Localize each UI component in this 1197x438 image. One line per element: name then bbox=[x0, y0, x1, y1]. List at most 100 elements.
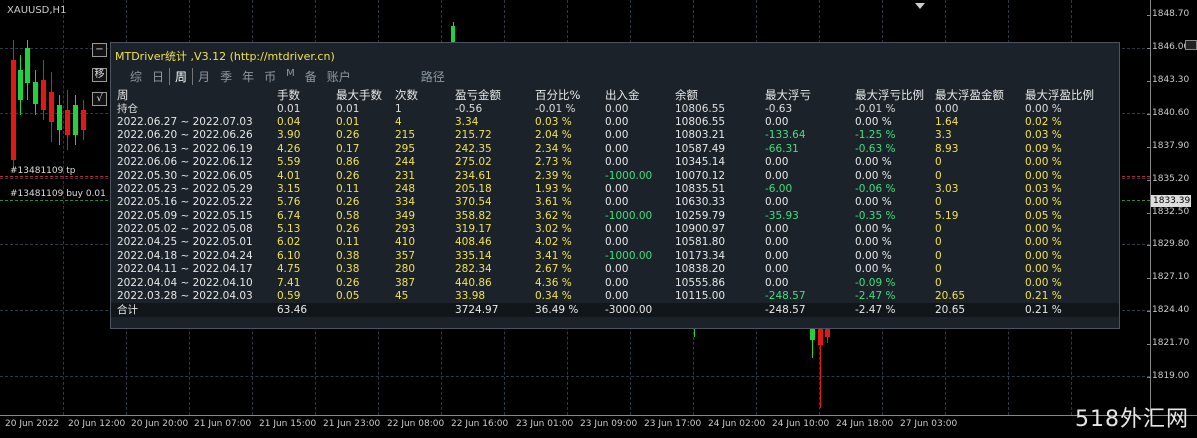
tab-magic[interactable]: M bbox=[281, 68, 300, 85]
table-cell: 0.00 bbox=[765, 169, 789, 182]
time-tick: 20 Jun 12:00 bbox=[68, 419, 126, 429]
price-tick: 1840.60 bbox=[1146, 108, 1190, 118]
current-price-tag: 1833.39 bbox=[1151, 195, 1191, 207]
table-cell: 0.00 bbox=[605, 142, 629, 155]
move-button[interactable]: 移 bbox=[92, 68, 107, 82]
table-cell: 20.65 bbox=[929, 303, 1019, 318]
table-cell: 3.02 % bbox=[535, 223, 572, 236]
table-cell: 2022.05.16 ~ 2022.05.22 bbox=[117, 196, 253, 209]
tab-account[interactable]: 账户 bbox=[322, 68, 356, 85]
tab-note[interactable]: 备 bbox=[300, 68, 322, 85]
tab-overview[interactable]: 综 bbox=[125, 68, 147, 85]
price-tick: 1837.90 bbox=[1146, 141, 1190, 151]
table-cell: 0.00 bbox=[605, 290, 629, 303]
table-cell: -248.57 bbox=[759, 303, 849, 318]
table-cell: 0.26 bbox=[336, 129, 360, 142]
table-cell: 0.02 % bbox=[1025, 115, 1062, 128]
table-cell: 4.02 % bbox=[535, 236, 572, 249]
table-cell: 8.93 bbox=[935, 142, 959, 155]
table-cell: 5.13 bbox=[277, 223, 301, 236]
mtdriver-stats-panel[interactable]: MTDriver统计 ,V3.12 (http://mtdriver.cn) 综… bbox=[110, 42, 1120, 329]
table-cell: 0 bbox=[935, 196, 942, 209]
table-cell: 0.00 % bbox=[855, 263, 892, 276]
time-tick: 23 Jun 09:00 bbox=[580, 419, 638, 429]
table-cell: 334 bbox=[395, 196, 416, 209]
column-header: 百分比% bbox=[535, 88, 581, 103]
table-cell: 349 bbox=[395, 209, 416, 222]
table-cell: 10838.20 bbox=[675, 263, 726, 276]
table-cell: 1.64 bbox=[935, 115, 959, 128]
tab-day[interactable]: 日 bbox=[147, 68, 169, 85]
table-cell: 0.59 bbox=[277, 290, 301, 303]
table-cell: 0.00 bbox=[605, 223, 629, 236]
column-header: 出入金 bbox=[605, 88, 640, 103]
table-cell: 242.35 bbox=[455, 142, 492, 155]
price-tick: 1835.20 bbox=[1146, 174, 1190, 184]
table-cell: 0.26 bbox=[336, 276, 360, 289]
table-cell: 持仓 bbox=[117, 102, 138, 115]
table-cell: -0.35 % bbox=[855, 209, 896, 222]
minimize-button[interactable]: − bbox=[92, 43, 107, 57]
table-cell: 3724.97 bbox=[449, 303, 529, 318]
time-tick: 24 Jun 18:00 bbox=[836, 419, 894, 429]
table-cell: 319.17 bbox=[455, 223, 492, 236]
price-tick: 1827.10 bbox=[1146, 272, 1190, 282]
table-row: 2022.06.27 ~ 2022.07.03 0.04 0.01 4 3.34 0.03… bbox=[111, 116, 1119, 129]
time-tick: 23 Jun 01:00 bbox=[516, 419, 574, 429]
time-tick: 21 Jun 07:00 bbox=[194, 419, 252, 429]
table-cell: 0.00 bbox=[765, 223, 789, 236]
table-row: 2022.04.04 ~ 2022.04.10 7.41 0.26 387 440.86… bbox=[111, 276, 1119, 289]
table-cell: 0.26 bbox=[336, 169, 360, 182]
table-cell: 0.00 % bbox=[855, 236, 892, 249]
time-tick: 20 Jun 2022 bbox=[5, 419, 60, 429]
column-header: 余额 bbox=[675, 88, 698, 103]
table-cell: -0.56 bbox=[455, 102, 483, 115]
table-cell: 2.34 % bbox=[535, 142, 572, 155]
table-cell: 2022.04.25 ~ 2022.05.01 bbox=[117, 236, 253, 249]
table-cell: -1000.00 bbox=[605, 249, 653, 262]
panel-title: MTDriver统计 ,V3.12 (http://mtdriver.cn) bbox=[115, 50, 335, 63]
column-header: 最大手数 bbox=[336, 88, 382, 103]
tab-quarter[interactable]: 季 bbox=[215, 68, 237, 85]
time-tick: 27 Jun 03:00 bbox=[900, 419, 958, 429]
table-cell: 3.3 bbox=[935, 129, 952, 142]
table-cell: 2.67 % bbox=[535, 263, 572, 276]
table-cell: 6.74 bbox=[277, 209, 301, 222]
table-cell: 0.00 % bbox=[1025, 249, 1062, 262]
chart-scroll-button[interactable] bbox=[1185, 40, 1197, 50]
price-tick: 1848.70 bbox=[1146, 9, 1190, 19]
table-cell: 2022.05.02 ~ 2022.05.08 bbox=[117, 223, 253, 236]
tab-week[interactable]: 周 bbox=[169, 68, 194, 85]
table-cell: 10555.86 bbox=[675, 276, 726, 289]
table-cell: -1000.00 bbox=[605, 169, 653, 182]
table-cell: 10587.49 bbox=[675, 142, 726, 155]
table-cell: -2.47 % bbox=[849, 303, 929, 318]
symbol-label: XAUUSD,H1 bbox=[7, 5, 67, 16]
shift-marker-icon[interactable] bbox=[915, 3, 925, 9]
tab-currency[interactable]: 币 bbox=[259, 68, 281, 85]
table-cell: -0.01 % bbox=[855, 102, 896, 115]
check-button[interactable]: √ bbox=[92, 92, 107, 106]
table-cell: 0.38 bbox=[336, 263, 360, 276]
table-row: 2022.04.18 ~ 2022.04.24 6.10 0.38 357 335.14… bbox=[111, 250, 1119, 263]
buy-order-label: #13481109 buy 0.01 bbox=[10, 189, 106, 199]
tab-month[interactable]: 月 bbox=[193, 68, 215, 85]
table-cell: 1 bbox=[395, 102, 402, 115]
table-cell: -0.63 % bbox=[855, 142, 896, 155]
tab-path[interactable]: 路径 bbox=[416, 68, 450, 85]
table-cell: 0.09 % bbox=[1025, 142, 1062, 155]
table-cell: 0.00 bbox=[935, 102, 959, 115]
table-cell: 0.00 bbox=[765, 236, 789, 249]
table-cell: 0.21 % bbox=[1019, 303, 1119, 318]
table-cell: 4.36 % bbox=[535, 276, 572, 289]
column-header: 盈亏金额 bbox=[455, 88, 501, 103]
table-row: 2022.06.13 ~ 2022.06.19 4.26 0.17 295 242.35… bbox=[111, 143, 1119, 156]
table-cell: 2022.06.06 ~ 2022.06.12 bbox=[117, 156, 253, 169]
table-row: 2022.05.09 ~ 2022.05.15 6.74 0.58 349 358.82… bbox=[111, 210, 1119, 223]
table-cell: 0.00 bbox=[765, 156, 789, 169]
tab-year[interactable]: 年 bbox=[237, 68, 259, 85]
table-cell: 215 bbox=[395, 129, 416, 142]
holding-row: 持仓 0.01 0.01 1 -0.56 -0.01 % 0.00 10806.55 -0.63… bbox=[111, 102, 1119, 115]
table-cell: 20.65 bbox=[935, 290, 966, 303]
table-cell: 5.19 bbox=[935, 209, 959, 222]
